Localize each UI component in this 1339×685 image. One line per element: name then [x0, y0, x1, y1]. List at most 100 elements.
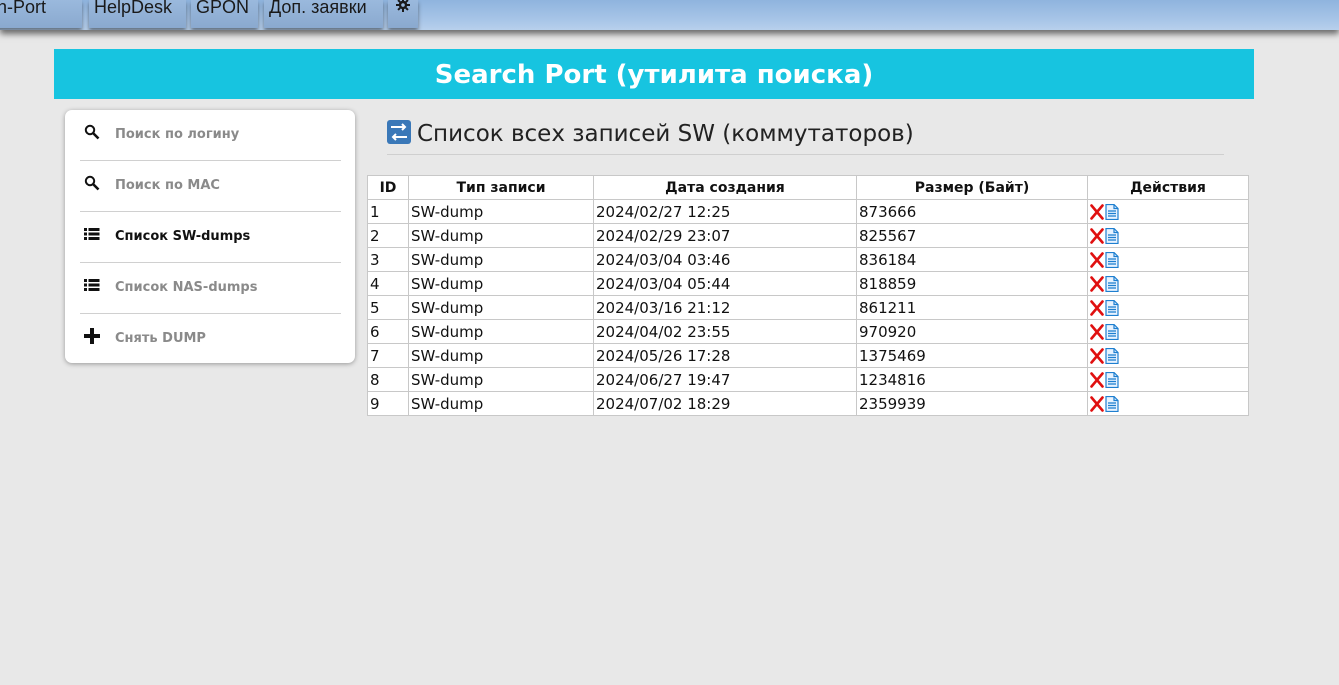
cell-id: 1	[367, 199, 409, 224]
page-title: Список всех записей SW (коммутаторов)	[417, 121, 914, 147]
cell-actions	[1087, 343, 1249, 368]
cell-size: 873666	[856, 199, 1088, 224]
cell-date: 2024/06/27 19:47	[593, 367, 857, 392]
nav-tab-helpdesk[interactable]: HelpDesk	[89, 0, 186, 28]
page-banner: Search Port (утилита поиска)	[54, 49, 1254, 99]
nav-tab-search-port[interactable]: arch-Port	[0, 0, 82, 28]
cell-actions	[1087, 223, 1249, 248]
sidebar-item-nas-dumps[interactable]: Список NAS-dumps	[80, 263, 356, 313]
top-nav: arch-Port HelpDesk GPON Доп. заявки	[0, 0, 1339, 30]
nav-tab-label: GPON	[196, 0, 250, 17]
cell-size: 1375469	[856, 343, 1088, 368]
cell-date: 2024/02/27 12:25	[593, 199, 857, 224]
cell-type: SW-dump	[408, 199, 594, 224]
cell-id: 5	[367, 295, 409, 320]
cell-type: SW-dump	[408, 247, 594, 272]
cell-size: 861211	[856, 295, 1088, 320]
column-header-actions: Действия	[1087, 175, 1249, 200]
nav-tab-extra-requests[interactable]: Доп. заявки	[264, 0, 383, 28]
gear-icon	[396, 0, 410, 12]
sidebar-item-label: Поиск по логину	[115, 127, 240, 142]
delete-icon[interactable]	[1090, 372, 1104, 388]
delete-icon[interactable]	[1090, 252, 1104, 268]
nav-tab-label: arch-Port	[0, 0, 47, 17]
cell-type: SW-dump	[408, 343, 594, 368]
cell-actions	[1087, 391, 1249, 416]
cell-actions	[1087, 295, 1249, 320]
sw-dumps-table: ID Тип записи Дата создания Размер (Байт…	[367, 175, 1249, 416]
document-icon[interactable]	[1105, 324, 1119, 340]
cell-size: 825567	[856, 223, 1088, 248]
cell-date: 2024/07/02 18:29	[593, 391, 857, 416]
cell-size: 818859	[856, 271, 1088, 296]
cell-date: 2024/05/26 17:28	[593, 343, 857, 368]
cell-size: 836184	[856, 247, 1088, 272]
sidebar-item-label: Снять DUMP	[115, 331, 206, 346]
document-icon[interactable]	[1105, 396, 1119, 412]
cell-id: 7	[367, 343, 409, 368]
column-header-type: Тип записи	[408, 175, 594, 200]
sidebar-item-label: Список NAS-dumps	[115, 280, 258, 295]
search-icon	[84, 124, 100, 140]
nav-tab-gpon[interactable]: GPON	[191, 0, 258, 28]
cell-type: SW-dump	[408, 367, 594, 392]
table-row: 7 SW-dump 2024/05/26 17:28 1375469	[367, 343, 1249, 368]
delete-icon[interactable]	[1090, 348, 1104, 364]
sidebar-item-search-mac[interactable]: Поиск по MAC	[80, 161, 356, 211]
delete-icon[interactable]	[1090, 228, 1104, 244]
list-exchange-icon	[387, 120, 411, 144]
cell-size: 1234816	[856, 367, 1088, 392]
document-icon[interactable]	[1105, 252, 1119, 268]
document-icon[interactable]	[1105, 348, 1119, 364]
delete-icon[interactable]	[1090, 324, 1104, 340]
document-icon[interactable]	[1105, 228, 1119, 244]
sidebar-item-sw-dumps[interactable]: Список SW-dumps	[80, 212, 356, 262]
sidebar: Поиск по логину Поиск по MAC Список SW-d…	[65, 110, 355, 363]
cell-actions	[1087, 199, 1249, 224]
table-row: 6 SW-dump 2024/04/02 23:55 970920	[367, 319, 1249, 344]
list-icon	[84, 228, 100, 240]
table-row: 4 SW-dump 2024/03/04 05:44 818859	[367, 271, 1249, 296]
sidebar-item-take-dump[interactable]: Снять DUMP	[80, 314, 356, 364]
column-header-id: ID	[367, 175, 409, 200]
title-divider	[387, 154, 1224, 155]
cell-actions	[1087, 247, 1249, 272]
nav-tab-label: Доп. заявки	[269, 0, 367, 17]
table-body: 1 SW-dump 2024/02/27 12:25 873666 2 SW-dump 20…	[367, 199, 1249, 416]
cell-size: 970920	[856, 319, 1088, 344]
nav-tab-settings[interactable]	[388, 0, 418, 28]
cell-type: SW-dump	[408, 319, 594, 344]
sidebar-item-label: Список SW-dumps	[115, 229, 251, 244]
cell-actions	[1087, 271, 1249, 296]
document-icon[interactable]	[1105, 300, 1119, 316]
document-icon[interactable]	[1105, 372, 1119, 388]
cell-id: 8	[367, 367, 409, 392]
cell-id: 6	[367, 319, 409, 344]
delete-icon[interactable]	[1090, 204, 1104, 220]
delete-icon[interactable]	[1090, 276, 1104, 292]
cell-size: 2359939	[856, 391, 1088, 416]
table-row: 9 SW-dump 2024/07/02 18:29 2359939	[367, 391, 1249, 416]
cell-type: SW-dump	[408, 391, 594, 416]
cell-date: 2024/03/16 21:12	[593, 295, 857, 320]
cell-id: 3	[367, 247, 409, 272]
table-row: 5 SW-dump 2024/03/16 21:12 861211	[367, 295, 1249, 320]
list-icon	[84, 279, 100, 291]
cell-date: 2024/03/04 05:44	[593, 271, 857, 296]
cell-date: 2024/03/04 03:46	[593, 247, 857, 272]
cell-id: 2	[367, 223, 409, 248]
cell-actions	[1087, 319, 1249, 344]
search-icon	[84, 175, 100, 191]
cell-date: 2024/02/29 23:07	[593, 223, 857, 248]
sidebar-item-search-login[interactable]: Поиск по логину	[80, 110, 356, 160]
sidebar-item-label: Поиск по MAC	[115, 178, 220, 193]
delete-icon[interactable]	[1090, 300, 1104, 316]
banner-title: Search Port (утилита поиска)	[434, 60, 874, 90]
table-row: 8 SW-dump 2024/06/27 19:47 1234816	[367, 367, 1249, 392]
column-header-date: Дата создания	[593, 175, 857, 200]
document-icon[interactable]	[1105, 204, 1119, 220]
cell-type: SW-dump	[408, 295, 594, 320]
document-icon[interactable]	[1105, 276, 1119, 292]
column-header-size: Размер (Байт)	[856, 175, 1088, 200]
delete-icon[interactable]	[1090, 396, 1104, 412]
